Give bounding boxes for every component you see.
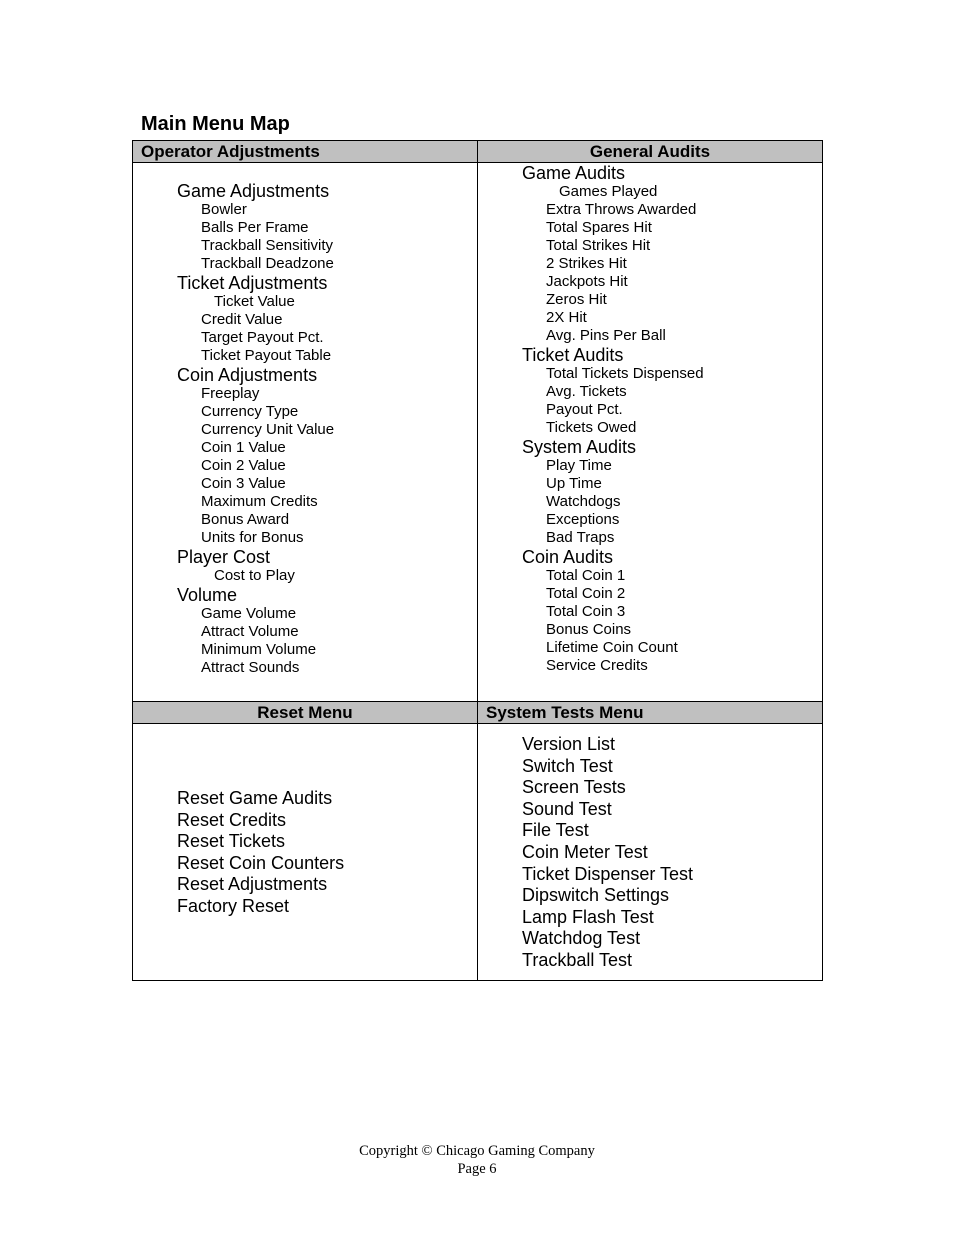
section-volume: Volume — [177, 585, 238, 605]
list-item: Game Volume — [201, 605, 297, 622]
page-footer: Copyright © Chicago Gaming Company Page … — [0, 1142, 954, 1178]
list-item: Avg. Tickets — [546, 383, 627, 400]
list-item: Total Spares Hit — [546, 219, 652, 236]
list-item: Factory Reset — [177, 895, 290, 916]
list-item: Cost to Play — [214, 567, 295, 584]
list-item: Attract Volume — [201, 623, 299, 640]
list-item: Ticket Payout Table — [201, 347, 332, 364]
list-item: Jackpots Hit — [546, 273, 628, 290]
list-item: Watchdogs — [546, 493, 621, 510]
copyright-text: Copyright © Chicago Gaming Company — [359, 1143, 595, 1159]
section-coin-audits: Coin Audits — [522, 547, 614, 567]
list-item: Attract Sounds — [201, 659, 300, 676]
section-ticket-audits: Ticket Audits — [522, 345, 624, 365]
list-item: Reset Adjustments — [177, 874, 328, 895]
list-item: Screen Tests — [522, 777, 626, 798]
list-item: Play Time — [546, 457, 612, 474]
list-item: Reset Game Audits — [177, 788, 333, 808]
list-item: Coin Meter Test — [522, 841, 648, 862]
list-item: Coin 3 Value — [201, 475, 286, 492]
list-item: Payout Pct. — [546, 401, 623, 418]
system-tests-menu-cell: Version List Switch Test Screen Tests So… — [477, 723, 823, 981]
list-item: Up Time — [546, 475, 602, 492]
list-item: Bonus Coins — [546, 621, 632, 638]
list-item: Freeplay — [201, 385, 260, 402]
list-item: Total Coin 3 — [546, 603, 626, 620]
page-number: Page 6 — [457, 1161, 497, 1177]
reset-menu-header: Reset Menu — [132, 701, 478, 724]
list-item: Version List — [522, 734, 616, 754]
list-item: Total Tickets Dispensed — [546, 365, 704, 382]
list-item: Lamp Flash Test — [522, 906, 654, 927]
list-item: Units for Bonus — [201, 529, 304, 546]
reset-menu-cell: Reset Game Audits Reset Credits Reset Ti… — [132, 723, 478, 981]
list-item: Bowler — [201, 201, 247, 218]
list-item: Exceptions — [546, 511, 620, 528]
list-item: Extra Throws Awarded — [546, 201, 697, 218]
list-item: Service Credits — [546, 657, 648, 674]
list-item: Trackball Deadzone — [201, 255, 334, 272]
list-item: Target Payout Pct. — [201, 329, 324, 346]
list-item: Total Coin 1 — [546, 567, 626, 584]
section-system-audits: System Audits — [522, 437, 637, 457]
list-item: Trackball Sensitivity — [201, 237, 333, 254]
list-item: Zeros Hit — [546, 291, 607, 308]
list-item: Bad Traps — [546, 529, 615, 546]
system-tests-menu-header: System Tests Menu — [477, 701, 823, 724]
list-item: Tickets Owed — [546, 419, 637, 436]
general-audits-cell: Game Audits Games Played Extra Throws Aw… — [477, 162, 823, 702]
list-item: Ticket Value — [214, 293, 295, 310]
operator-adjustments-header: Operator Adjustments — [132, 140, 478, 163]
general-audits-header: General Audits — [477, 140, 823, 163]
list-item: Ticket Dispenser Test — [522, 863, 694, 884]
section-game-adjustments: Game Adjustments — [177, 181, 330, 201]
list-item: Bonus Award — [201, 511, 290, 528]
list-item: Maximum Credits — [201, 493, 318, 510]
list-item: Watchdog Test — [522, 928, 641, 949]
page-title: Main Menu Map — [141, 113, 290, 135]
section-player-cost: Player Cost — [177, 547, 271, 567]
operator-adjustments-cell: Game Adjustments Bowler Balls Per Frame … — [132, 162, 478, 702]
section-game-audits: Game Audits — [522, 163, 626, 183]
section-coin-adjustments: Coin Adjustments — [177, 365, 318, 385]
list-item: Minimum Volume — [201, 641, 317, 658]
list-item: Reset Credits — [177, 809, 287, 830]
list-item: Currency Unit Value — [201, 421, 335, 438]
list-item: Coin 2 Value — [201, 457, 286, 474]
list-item: Coin 1 Value — [201, 439, 286, 456]
section-ticket-adjustments: Ticket Adjustments — [177, 273, 328, 293]
list-item: 2X Hit — [546, 309, 587, 326]
list-item: Trackball Test — [522, 949, 633, 970]
list-item: File Test — [522, 820, 589, 841]
list-item: Reset Tickets — [177, 831, 286, 852]
list-item: Credit Value — [201, 311, 283, 328]
list-item: Switch Test — [522, 755, 613, 776]
list-item: Dipswitch Settings — [522, 885, 670, 906]
list-item: Total Coin 2 — [546, 585, 626, 602]
list-item: Currency Type — [201, 403, 299, 420]
list-item: Balls Per Frame — [201, 219, 309, 236]
list-item: Reset Coin Counters — [177, 852, 345, 873]
list-item: 2 Strikes Hit — [546, 255, 627, 272]
list-item: Games Played — [559, 183, 658, 200]
list-item: Avg. Pins Per Ball — [546, 327, 666, 344]
list-item: Total Strikes Hit — [546, 237, 651, 254]
list-item: Lifetime Coin Count — [546, 639, 678, 656]
list-item: Sound Test — [522, 798, 612, 819]
menu-map-table: Operator Adjustments General Audits Game… — [132, 140, 823, 981]
